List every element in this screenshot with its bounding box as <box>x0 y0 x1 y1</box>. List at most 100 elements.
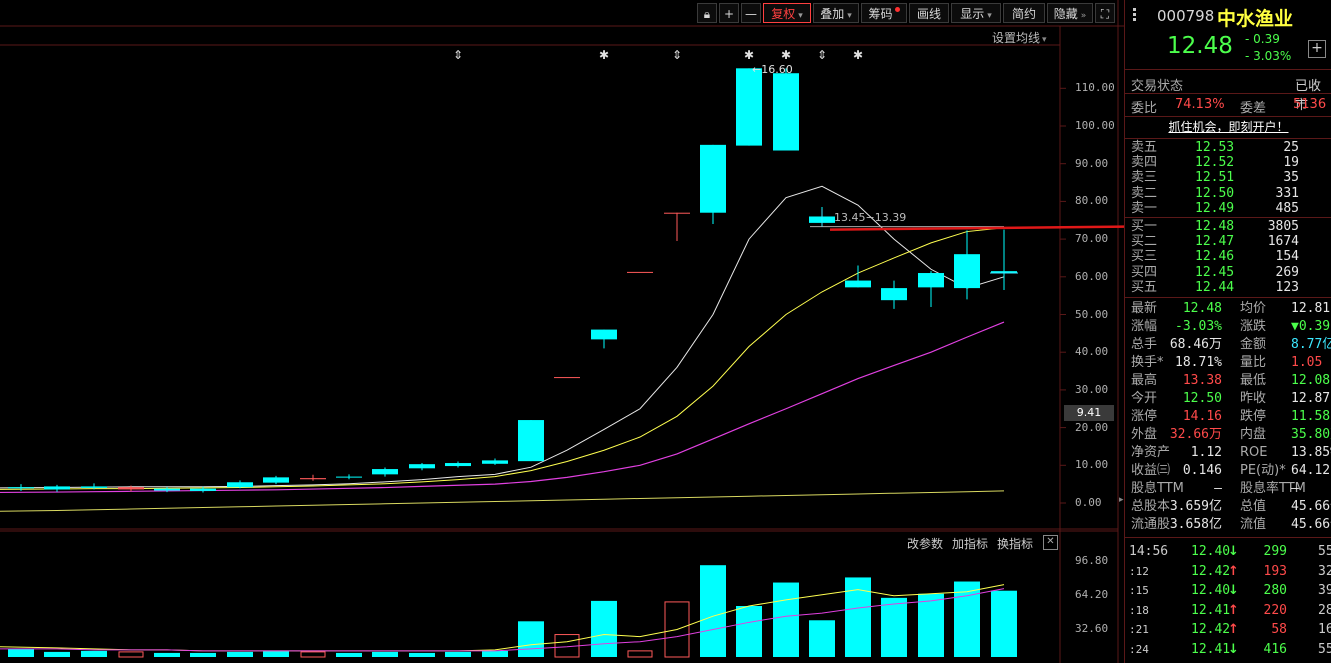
bid-price: 12.47 <box>1195 234 1235 250</box>
stat-label: 今开 <box>1131 391 1158 406</box>
draw-line-button[interactable]: 画线 <box>909 3 949 23</box>
bid-row[interactable]: 买三 12.46 154 <box>1125 249 1331 264</box>
zoom-out-button[interactable]: — <box>741 3 761 23</box>
stat-label: 最高 <box>1131 373 1158 388</box>
ask-row[interactable]: 卖一 12.49 485 <box>1125 201 1331 216</box>
candle-body <box>81 486 107 488</box>
bid-row[interactable]: 买四 12.45 269 <box>1125 265 1331 280</box>
edit-params-button[interactable]: 改参数 <box>907 535 943 552</box>
volume-bar <box>991 590 1017 657</box>
stat-label: 总手 <box>1131 337 1158 352</box>
chip-button[interactable]: 筹码 <box>861 3 907 23</box>
hide-label: 隐藏 <box>1053 7 1078 21</box>
bid-row[interactable]: 买二 12.47 1674 <box>1125 234 1331 249</box>
high-price-value: 16.60 <box>761 63 793 76</box>
candle-body <box>190 488 216 491</box>
tick-row: 14:56 12.40 ↓ 299 55 <box>1125 543 1331 561</box>
ask-row[interactable]: 卖五 12.53 25 <box>1125 140 1331 155</box>
price-axis-tick: 110.00 <box>1075 81 1115 95</box>
ask-row[interactable]: 卖四 12.52 19 <box>1125 155 1331 170</box>
stat-value: 12.48 <box>1182 301 1222 316</box>
bid-label: 买五 <box>1131 279 1158 295</box>
candle-body <box>591 329 617 340</box>
current-price-marker: 9.41 <box>1064 405 1114 421</box>
fullscreen-icon[interactable]: ⛶ <box>1095 3 1115 23</box>
kline-chart[interactable]: ⇕ ✱ ⇕ ✱ ✱ ⇕ ✱ <box>0 0 1124 663</box>
weibi-value: 74.13% <box>1175 97 1225 112</box>
stat-value: 68.46万 <box>1169 337 1222 352</box>
price-axis-tick: 70.00 <box>1075 232 1109 246</box>
simple-mode-button[interactable]: 简约 <box>1003 3 1045 23</box>
ask-volume: 35 <box>1283 170 1299 186</box>
volume-axis-tick: 32.60 <box>1075 622 1109 635</box>
event-star-icon: ✱ <box>781 48 791 62</box>
zoom-in-button[interactable]: + <box>719 3 739 23</box>
price-axis-tick: 90.00 <box>1075 156 1109 170</box>
fuquan-label: 复权 <box>771 7 796 21</box>
ask-row[interactable]: 卖三 12.51 35 <box>1125 170 1331 185</box>
set-ma-link[interactable]: 设置均线 ▾ <box>992 29 1047 46</box>
candle-body <box>918 273 944 288</box>
candle-body <box>881 288 907 301</box>
event-arrow-icon: ⇕ <box>672 48 682 62</box>
stat-value: 13.85% <box>1291 445 1331 460</box>
overlay-button[interactable]: 叠加 ▾ <box>813 3 859 23</box>
tick-volume: 220 <box>1263 602 1287 618</box>
volume-bar <box>81 650 107 657</box>
ask-label: 卖四 <box>1131 155 1158 171</box>
stat-row: 外盘 32.66万 内盘 35.80万 <box>1125 426 1331 444</box>
candle-body <box>409 464 435 469</box>
event-arrow-icon: ⇕ <box>453 48 463 62</box>
volume-bar <box>809 620 835 657</box>
chevron-down-icon: ▾ <box>987 11 992 21</box>
weibi-label: 委比 <box>1131 101 1158 116</box>
volume-bar <box>372 651 398 657</box>
stat-label: 流通股 <box>1131 517 1171 532</box>
tick-count: 32 <box>1318 563 1331 579</box>
candle-body <box>627 271 653 273</box>
stat-value: 13.38 <box>1182 373 1222 388</box>
candle-body <box>773 73 799 151</box>
menu-icon[interactable] <box>1133 8 1136 22</box>
bid-volume: 269 <box>1275 264 1299 280</box>
bid-row[interactable]: 买五 12.44 123 <box>1125 280 1331 295</box>
ask-label: 卖三 <box>1131 170 1158 186</box>
add-indicator-button[interactable]: 加指标 <box>952 535 988 552</box>
price-axis-tick: 100.00 <box>1075 119 1115 132</box>
stat-value: 8.77亿 <box>1291 337 1331 352</box>
stat-label: ROE <box>1240 445 1268 460</box>
hide-button[interactable]: 隐藏» <box>1047 3 1093 23</box>
candle-body <box>482 460 508 464</box>
stat-row: 最新 12.48 均价 12.81 <box>1125 300 1331 318</box>
close-icon[interactable]: ✕ <box>1043 535 1058 550</box>
open-account-banner[interactable]: 抓住机会，即刻开户！ <box>1125 118 1331 135</box>
bid-row[interactable]: 买一 12.48 3805 <box>1125 219 1331 234</box>
stat-row: 净资产 1.12 ROE 13.85% <box>1125 444 1331 462</box>
ask-row[interactable]: 卖二 12.50 331 <box>1125 186 1331 201</box>
stat-value: 0.146 <box>1182 463 1222 478</box>
fuquan-button[interactable]: 复权 ▾ <box>763 3 811 23</box>
stat-row: 收益㈢ 0.146 PE(动)* 64.12 <box>1125 462 1331 480</box>
overlay-label: 叠加 <box>820 7 845 21</box>
stat-row: 最高 13.38 最低 12.08 <box>1125 372 1331 390</box>
stat-value: 3.659亿 <box>1169 499 1222 514</box>
volume-bar <box>736 606 762 657</box>
lock-icon[interactable]: 🔒︎ <box>697 3 717 23</box>
price-axis-tick: 0.00 <box>1075 496 1102 509</box>
candle-body <box>336 476 362 478</box>
display-button[interactable]: 显示 ▾ <box>951 3 1001 23</box>
ask-price: 12.53 <box>1195 140 1235 155</box>
add-watchlist-button[interactable]: + <box>1308 40 1326 58</box>
bid-volume: 123 <box>1275 279 1299 295</box>
ask-price: 12.51 <box>1195 170 1235 186</box>
stat-label: 金额 <box>1240 337 1267 352</box>
stat-row: 流通股 3.658亿 流值 45.66亿 <box>1125 516 1331 534</box>
tick-price: 12.40 <box>1191 583 1231 598</box>
bid-volume: 3805 <box>1267 219 1299 234</box>
chip-label: 筹码 <box>868 7 893 21</box>
candle-body <box>445 463 471 467</box>
candle-body <box>518 420 544 462</box>
switch-indicator-button[interactable]: 换指标 <box>997 535 1033 552</box>
volume-bar <box>409 652 435 657</box>
volume-bar <box>918 593 944 657</box>
